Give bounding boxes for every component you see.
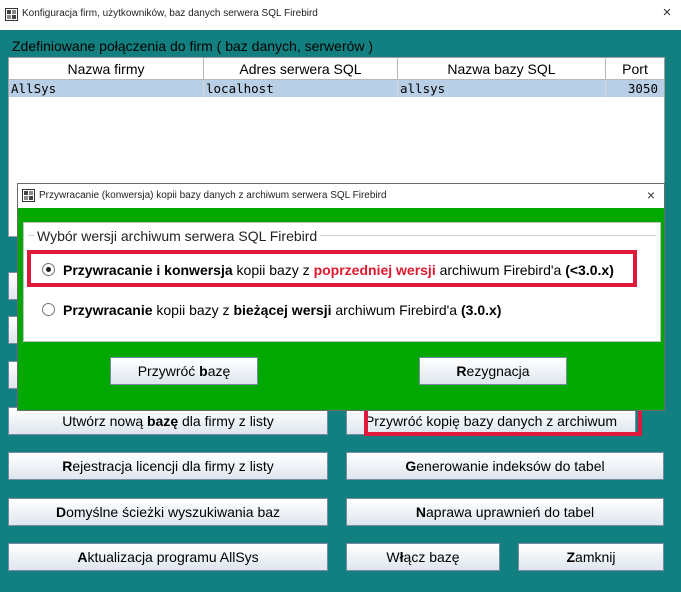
create-database-button[interactable]: Utwórz nową bazę dla firmy z listy — [8, 407, 328, 435]
restore-db-button[interactable]: Przywróć bazę — [110, 357, 258, 385]
restore-label-prefix: Przywróć — [137, 363, 200, 379]
enable-db-label-prefix: W — [386, 549, 400, 565]
column-header-company[interactable]: Nazwa firmy — [9, 58, 204, 80]
paths-label-rest: omyślne ścieżki wyszukiwania baz — [66, 504, 281, 520]
update-label-rest: ktualizacja programu AllSys — [87, 549, 259, 565]
close-button[interactable]: Zamknij — [518, 543, 664, 571]
column-header-server[interactable]: Adres serwera SQL — [204, 58, 398, 80]
app-icon — [5, 8, 18, 21]
cancel-label-rest: ezygnacja — [466, 363, 530, 379]
cancel-label-bold: R — [456, 363, 467, 379]
restore-label-suffix: azę — [207, 363, 231, 379]
license-label-rest: ejestracja licencji dla firmy z listy — [72, 458, 274, 474]
option-convert-highlight — [27, 250, 637, 287]
license-label-bold: R — [62, 458, 73, 474]
dialog-title-bar: Przywracanie (konwersja) kopii bazy dany… — [18, 184, 664, 208]
update-label-bold: A — [77, 549, 88, 565]
cell-server: localhost — [204, 80, 398, 97]
default-paths-button[interactable]: Domyślne ścieżki wyszukiwania baz — [8, 498, 328, 526]
update-program-button[interactable]: Aktualizacja programu AllSys — [8, 543, 328, 571]
opt2-bold2: (3.0.x) — [461, 302, 502, 318]
window-title: Konfiguracja firm, użytkowników, baz dan… — [22, 8, 318, 19]
opt2-bold-mid: bieżącej wersji — [233, 302, 332, 318]
close-label-bold: Z — [566, 549, 576, 565]
create-db-label-bold: bazę — [147, 413, 179, 429]
table-row[interactable]: AllSys localhost allsys 3050 — [9, 80, 664, 97]
opt2-text2: archiwum Firebird'a — [331, 302, 461, 318]
cancel-button[interactable]: Rezygnacja — [419, 357, 567, 385]
cell-port: 3050 — [627, 81, 658, 96]
permissions-label-rest: aprawa uprawnień do tabel — [426, 504, 595, 520]
indexes-label-rest: enerowanie indeksów do tabel — [416, 458, 605, 474]
create-db-label-suffix: dla firmy z listy — [178, 413, 274, 429]
connections-caption: Zdefiniowane połączenia do firm ( baz da… — [12, 38, 374, 54]
group-label: Wybór wersji archiwum serwera SQL Firebi… — [34, 228, 321, 244]
enable-database-button[interactable]: Włącz bazę — [346, 543, 500, 571]
opt2-bold1: Przywracanie — [63, 302, 153, 318]
generate-indexes-button[interactable]: Generowanie indeksów do tabel — [346, 452, 664, 480]
column-header-port[interactable]: Port — [606, 58, 664, 80]
enable-db-label-suffix: ącz bazę — [403, 549, 460, 565]
restore-dialog: Przywracanie (konwersja) kopii bazy dany… — [17, 183, 665, 411]
table-header: Nazwa firmy Adres serwera SQL Nazwa bazy… — [9, 58, 664, 80]
close-label-rest: amknij — [575, 549, 616, 565]
create-db-label-prefix: Utwórz nową — [62, 413, 147, 429]
dialog-close-icon[interactable]: × — [644, 187, 658, 203]
dialog-app-icon — [22, 189, 35, 202]
license-registration-button[interactable]: Rejestracja licencji dla firmy z listy — [8, 452, 328, 480]
column-header-database[interactable]: Nazwa bazy SQL — [398, 58, 606, 80]
radio-unselected-icon[interactable] — [42, 303, 55, 316]
window-title-bar: Konfiguracja firm, użytkowników, baz dan… — [0, 0, 681, 30]
dialog-title: Przywracanie (konwersja) kopii bazy dany… — [39, 190, 387, 201]
indexes-label-bold: G — [405, 458, 417, 474]
window-close-icon[interactable]: × — [659, 5, 675, 21]
option-current-label: Przywracanie kopii bazy z bieżącej wersj… — [63, 302, 501, 318]
restore-label-bold: b — [199, 363, 208, 379]
repair-permissions-button[interactable]: Naprawa uprawnień do tabel — [346, 498, 664, 526]
permissions-label-bold: N — [415, 504, 426, 520]
opt2-text1: kopii bazy z — [152, 302, 234, 318]
cell-database: allsys — [398, 80, 606, 97]
cell-company: AllSys — [9, 80, 204, 97]
paths-label-bold: D — [55, 504, 67, 520]
